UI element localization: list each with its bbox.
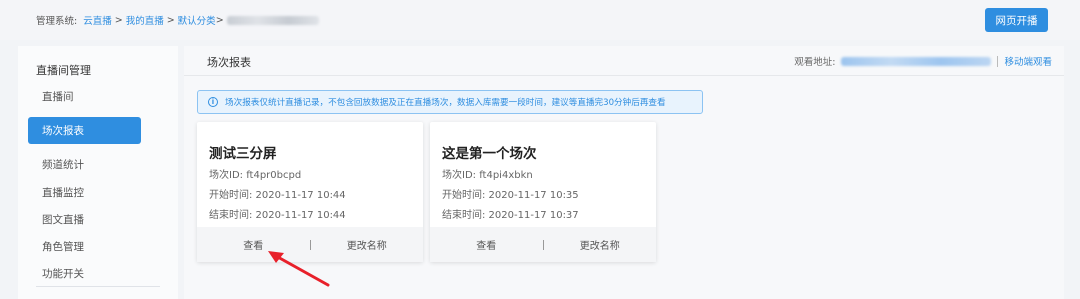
notice-text: 场次报表仅统计直播记录，不包含回放数据及正在直播场次，数据入库需要一段时间，建议… [225,98,666,108]
session-id: 场次ID: ft4pi4xbkn [442,170,533,181]
sidebar-group-title: 直播间管理 [36,64,91,77]
page-title: 场次报表 [207,56,251,69]
breadcrumb-item-default-category[interactable]: 默认分类 [178,13,216,27]
sidebar-item-feature-switches[interactable]: 功能开关 [42,266,84,281]
session-id: 场次ID: ft4pr0bcpd [209,170,302,181]
breadcrumb-separator: > [215,14,224,26]
breadcrumb: 管理系统: 云直播 > 我的直播 > 默认分类 > [36,13,319,27]
session-card: 测试三分屏 场次ID: ft4pr0bcpd 开始时间: 2020-11-17 … [197,122,423,262]
web-start-live-button[interactable]: 网页开播 [985,8,1048,32]
session-card-footer: 查看 更改名称 [430,227,656,262]
sidebar-item-session-report[interactable]: 场次报表 [28,117,141,144]
sidebar-item-role-management[interactable]: 角色管理 [42,239,84,254]
sidebar-item-text-image-live[interactable]: 图文直播 [42,212,84,227]
red-arrow-icon [268,251,330,287]
notice-banner: i 场次报表仅统计直播记录，不包含回放数据及正在直播场次，数据入库需要一段时间，… [197,90,703,114]
sidebar-item-live-monitor[interactable]: 直播监控 [42,185,84,200]
info-circle-icon: i [208,97,218,107]
session-title: 测试三分屏 [209,146,277,162]
sidebar-item-channel-stats[interactable]: 频道统计 [42,157,84,172]
watch-url-link-redacted[interactable] [841,56,992,66]
breadcrumb-current-channel-redacted [226,15,319,25]
breadcrumb-prefix: 管理系统: [36,16,78,27]
rename-button[interactable]: 更改名称 [544,237,657,252]
watch-address-label: 观看地址: [794,57,836,68]
session-start-time: 开始时间: 2020-11-17 10:35 [442,190,579,201]
breadcrumb-item-cloud-live[interactable]: 云直播 [83,13,112,27]
watch-address: 观看地址: 移动端观看 [794,54,1052,68]
divider [997,55,999,67]
breadcrumb-item-my-live[interactable]: 我的直播 [126,13,164,27]
mobile-watch-link[interactable]: 移动端观看 [1004,54,1052,68]
view-button[interactable]: 查看 [430,237,543,252]
sidebar: 直播间管理 直播间 场次报表 频道统计 直播监控 图文直播 角色管理 功能开关 [18,46,178,299]
breadcrumb-separator: > [114,14,123,26]
session-end-time: 结束时间: 2020-11-17 10:37 [442,210,579,221]
top-bar: 管理系统: 云直播 > 我的直播 > 默认分类 > 网页开播 [0,0,1080,40]
main-header: 场次报表 观看地址: 移动端观看 [184,46,1064,76]
breadcrumb-separator: > [166,14,175,26]
session-end-time: 结束时间: 2020-11-17 10:44 [209,210,346,221]
sidebar-divider [36,286,160,287]
session-title: 这是第一个场次 [442,146,537,162]
session-start-time: 开始时间: 2020-11-17 10:44 [209,190,346,201]
session-card: 这是第一个场次 场次ID: ft4pi4xbkn 开始时间: 2020-11-1… [430,122,656,262]
sidebar-item-live-room[interactable]: 直播间 [42,89,74,104]
